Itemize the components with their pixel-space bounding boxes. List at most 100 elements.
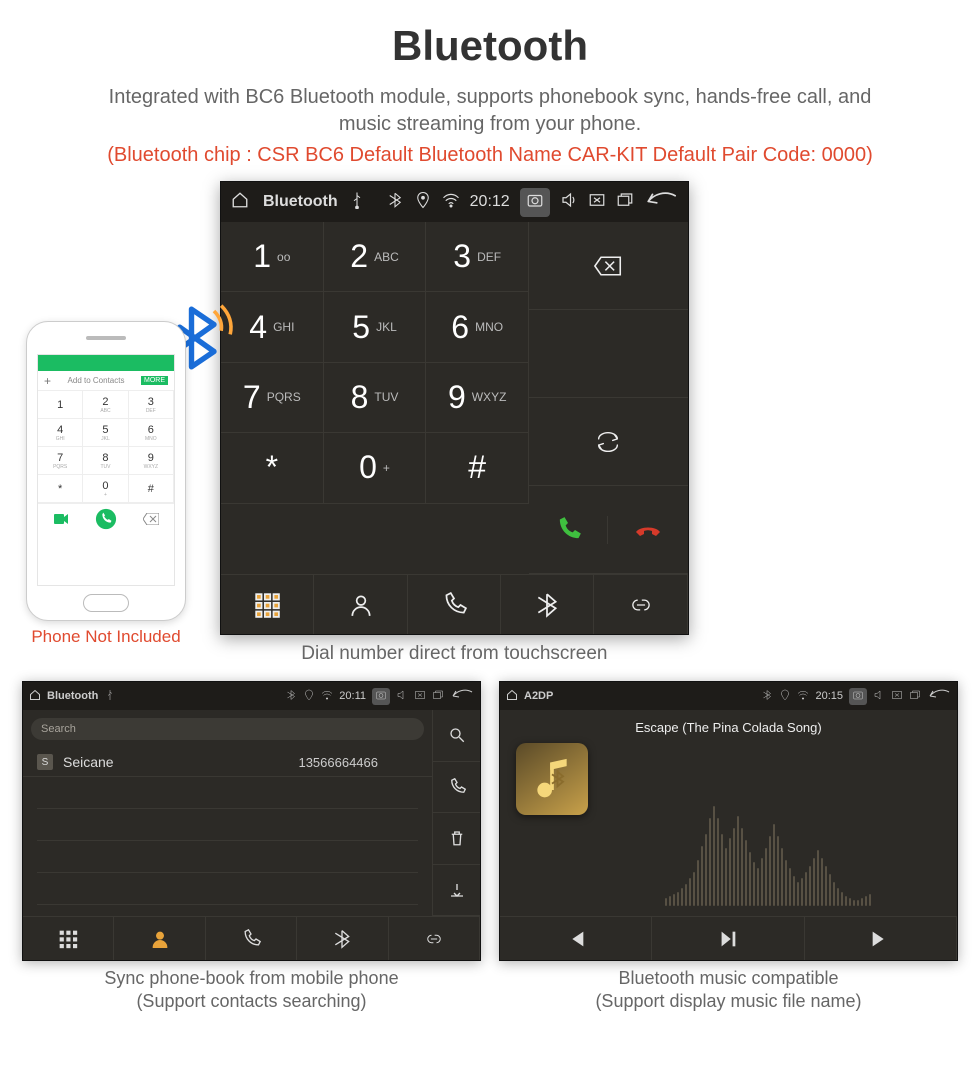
key-*[interactable]: *	[221, 433, 324, 503]
phone-caption: Phone Not Included	[31, 627, 180, 647]
volume-icon[interactable]	[396, 689, 408, 704]
back-icon[interactable]	[927, 689, 951, 704]
music-caption-2: (Support display music file name)	[499, 990, 958, 1013]
wifi-icon	[321, 689, 333, 704]
usb-icon	[348, 191, 366, 214]
key-#[interactable]: #	[426, 433, 529, 503]
tab-calllog[interactable]	[206, 917, 297, 960]
call-button[interactable]	[432, 762, 480, 814]
more-label: MORE	[141, 376, 168, 385]
contact-row[interactable]: S Seicane 13566664466	[23, 748, 432, 777]
page-description: Integrated with BC6 Bluetooth module, su…	[80, 84, 900, 138]
bluetooth-icon	[386, 191, 404, 214]
tab-contacts[interactable]	[114, 917, 205, 960]
key-0[interactable]: 0+	[324, 433, 427, 503]
page-spec: (Bluetooth chip : CSR BC6 Default Blueto…	[20, 144, 960, 167]
location-icon	[779, 689, 791, 704]
swap-button[interactable]	[529, 398, 688, 486]
tab-bluetooth[interactable]	[501, 575, 594, 634]
album-art-icon	[516, 743, 588, 815]
key-3[interactable]: 3DEF	[426, 222, 529, 292]
screenshot-icon[interactable]	[849, 688, 867, 705]
delete-button[interactable]	[432, 813, 480, 865]
backspace-icon	[129, 504, 174, 533]
close-screen-icon[interactable]	[891, 689, 903, 704]
wifi-icon	[797, 689, 809, 704]
recent-apps-icon[interactable]	[616, 191, 634, 214]
search-button[interactable]	[432, 710, 480, 762]
music-visualizer	[588, 683, 947, 906]
tab-pair[interactable]	[389, 917, 480, 960]
location-icon	[303, 689, 315, 704]
backspace-button[interactable]	[529, 222, 688, 310]
volume-icon[interactable]	[560, 191, 578, 214]
key-1[interactable]: 1oo	[221, 222, 324, 292]
contact-name: Seicane	[63, 754, 288, 770]
video-call-icon	[38, 504, 83, 533]
phonebook-screen: Bluetooth 20:11 Search S Seicane 1356666…	[22, 681, 481, 961]
close-screen-icon[interactable]	[414, 689, 426, 704]
location-icon	[414, 191, 432, 214]
key-6[interactable]: 6MNO	[426, 292, 529, 362]
music-screen-title: A2DP	[524, 690, 553, 702]
contact-badge: S	[37, 754, 53, 770]
headunit-statusbar: Bluetooth 20:12	[221, 182, 688, 222]
phonebook-title: Bluetooth	[47, 690, 98, 702]
midrow-empty	[529, 310, 688, 398]
key-9[interactable]: 9WXYZ	[426, 363, 529, 433]
contact-number: 13566664466	[298, 755, 378, 770]
close-screen-icon[interactable]	[588, 191, 606, 214]
recent-apps-icon[interactable]	[909, 689, 921, 704]
screenshot-icon[interactable]	[372, 688, 390, 705]
headunit-bottom-tabs	[221, 574, 688, 634]
key-8[interactable]: 8TUV	[324, 363, 427, 433]
play-pause-button[interactable]	[652, 917, 804, 960]
tab-pair[interactable]	[594, 575, 687, 634]
tab-contacts[interactable]	[314, 575, 407, 634]
call-icon	[83, 504, 128, 533]
clock-time: 20:15	[815, 690, 843, 702]
headunit-dialer-screen: Bluetooth 20:12 1oo2ABC3DEF4GHI5JKL6MNO7…	[220, 181, 689, 635]
home-icon[interactable]	[29, 689, 41, 704]
back-icon[interactable]	[644, 191, 678, 214]
music-screen: A2DP 20:15 Escape (The Pina Colada Song)	[499, 681, 958, 961]
music-caption-1: Bluetooth music compatible	[499, 967, 958, 990]
headunit-keypad: 1oo2ABC3DEF4GHI5JKL6MNO7PQRS8TUV9WXYZ*0+…	[221, 222, 529, 574]
phonebook-caption-2: (Support contacts searching)	[22, 990, 481, 1013]
clock-time: 20:11	[339, 690, 366, 702]
bluetooth-icon	[285, 689, 297, 704]
next-track-button[interactable]	[805, 917, 957, 960]
bluetooth-icon	[761, 689, 773, 704]
home-icon[interactable]	[506, 689, 518, 704]
headunit-title: Bluetooth	[263, 193, 338, 211]
wifi-icon	[442, 191, 460, 214]
plus-icon: +	[44, 374, 51, 388]
home-icon[interactable]	[231, 191, 249, 214]
phone-dialpad: 12ABC3DEF4GHI5JKL6MNO7PQRS8TUV9WXYZ*0+#	[38, 391, 174, 503]
phonebook-statusbar: Bluetooth 20:11	[23, 682, 480, 710]
music-statusbar: A2DP 20:15	[500, 682, 957, 710]
call-button[interactable]	[529, 516, 608, 544]
usb-icon	[104, 689, 116, 704]
add-contacts-label: Add to Contacts	[68, 376, 125, 385]
prev-track-button[interactable]	[500, 917, 652, 960]
hangup-button[interactable]	[608, 516, 687, 544]
headunit-caption: Dial number direct from touchscreen	[220, 643, 689, 665]
mobile-phone-mockup: + Add to Contacts MORE 12ABC3DEF4GHI5JKL…	[26, 321, 186, 621]
phonebook-caption-1: Sync phone-book from mobile phone	[22, 967, 481, 990]
volume-icon[interactable]	[873, 689, 885, 704]
page-title: Bluetooth	[0, 0, 980, 70]
recent-apps-icon[interactable]	[432, 689, 444, 704]
clock-time: 20:12	[470, 193, 510, 211]
key-5[interactable]: 5JKL	[324, 292, 427, 362]
key-2[interactable]: 2ABC	[324, 222, 427, 292]
tab-calllog[interactable]	[408, 575, 501, 634]
tab-keypad[interactable]	[23, 917, 114, 960]
search-input[interactable]: Search	[31, 718, 424, 740]
sync-button[interactable]	[432, 865, 480, 917]
back-icon[interactable]	[450, 689, 474, 704]
tab-bluetooth[interactable]	[297, 917, 388, 960]
screenshot-icon[interactable]	[520, 188, 550, 217]
now-playing-title: Escape (The Pina Colada Song)	[635, 720, 821, 735]
tab-keypad[interactable]	[221, 575, 314, 634]
